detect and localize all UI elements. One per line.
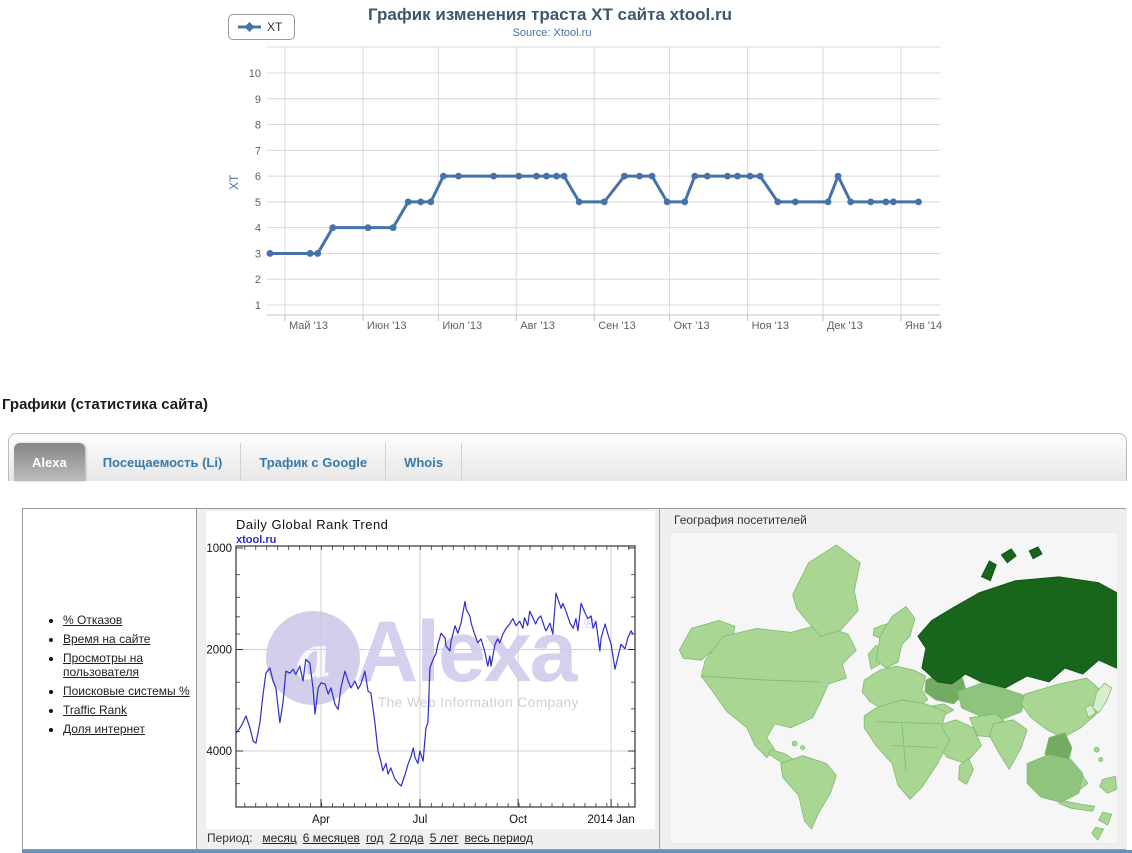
svg-text:7: 7: [255, 145, 261, 157]
section-heading: Графики (статистика сайта): [2, 396, 208, 413]
alexa-tab-panel: % Отказов Время на сайте Просмотры на поль…: [22, 508, 1126, 850]
tab-alexa[interactable]: Alexa: [14, 443, 85, 481]
svg-text:9: 9: [255, 94, 261, 106]
svg-text:Окт '13: Окт '13: [674, 320, 710, 332]
tab-трафик-с-google[interactable]: Трафик с Google: [241, 443, 386, 481]
svg-text:1: 1: [255, 300, 261, 312]
period-link[interactable]: год: [366, 831, 384, 845]
world-map-svg: [671, 533, 1117, 843]
geo-map-title: География посетителей: [674, 513, 807, 527]
tab-bar: AlexaПосещаемость (Li)Трафик с GoogleWho…: [8, 433, 1127, 481]
list-item: % Отказов: [63, 613, 196, 627]
svg-text:Дек '13: Дек '13: [827, 320, 863, 332]
period-link[interactable]: месяц: [262, 831, 296, 845]
geo-map-cell: География посетителей: [659, 509, 1127, 849]
country-greenland: [793, 545, 861, 636]
svg-text:2: 2: [255, 274, 261, 286]
country-java: [1059, 800, 1095, 811]
alexa-rank-chart: Apr Jul Oct 2014 Jan 1000 2000 4000: [206, 511, 655, 829]
period-link[interactable]: 6 месяцев: [303, 831, 360, 845]
svg-text:3: 3: [255, 248, 261, 260]
country-scandinavia: [876, 607, 915, 669]
rank-chart-title: Daily Global Rank Trend: [236, 517, 388, 532]
svg-text:Авг '13: Авг '13: [520, 320, 555, 332]
svg-text:Май '13: Май '13: [289, 320, 328, 332]
country-philippines: [1094, 747, 1099, 752]
alexa-metric-link[interactable]: Доля интернет: [63, 722, 145, 736]
tab-list: AlexaПосещаемость (Li)Трафик с GoogleWho…: [14, 443, 462, 481]
country-africa: [864, 700, 949, 799]
country-new-zealand: [1092, 812, 1112, 840]
country-madagascar: [959, 759, 974, 785]
list-item: Поисковые системы %: [63, 684, 196, 698]
period-link[interactable]: 2 года: [389, 831, 423, 845]
world-map: [670, 532, 1118, 844]
alexa-metric-link[interactable]: % Отказов: [63, 613, 122, 627]
svg-text:Oct: Oct: [509, 814, 528, 826]
alexa-metric-link[interactable]: Просмотры на пользователя: [63, 651, 143, 679]
tab-whois[interactable]: Whois: [386, 443, 462, 481]
list-item: Время на сайте: [63, 632, 196, 646]
list-item: Доля интернет: [63, 722, 196, 736]
svg-text:1000: 1000: [206, 543, 232, 555]
list-item: Traffic Rank: [63, 703, 196, 717]
alexa-metric-links: % Отказов Время на сайте Просмотры на поль…: [23, 509, 196, 736]
alexa-links-cell: % Отказов Время на сайте Просмотры на поль…: [23, 509, 196, 849]
list-item: Просмотры на пользователя: [63, 651, 196, 679]
svg-text:Apr: Apr: [312, 814, 330, 826]
period-link[interactable]: весь период: [464, 831, 532, 845]
svg-text:Июн '13: Июн '13: [367, 320, 407, 332]
svg-text:Июл '13: Июл '13: [442, 320, 482, 332]
period-selector: Период: месяц 6 месяцев год 2 года 5 лет весь …: [207, 831, 539, 845]
svg-text:4: 4: [255, 223, 261, 235]
svg-text:10: 10: [249, 68, 261, 80]
tab-посещаемость-li-[interactable]: Посещаемость (Li): [85, 443, 242, 481]
alexa-metric-link[interactable]: Traffic Rank: [63, 703, 127, 717]
country-australia: [1027, 755, 1083, 803]
svg-text:Ноя '13: Ноя '13: [752, 320, 789, 332]
rank-chart-box: a Alexa ® The Web Information Company Ap…: [206, 511, 655, 829]
alexa-metric-link[interactable]: Поисковые системы %: [63, 684, 190, 698]
period-label: Период:: [207, 831, 252, 845]
period-link[interactable]: 5 лет: [430, 831, 459, 845]
country-north-america: [701, 624, 856, 757]
svg-text:2014 Jan: 2014 Jan: [587, 814, 634, 826]
country-south-america: [781, 756, 837, 830]
svg-text:8: 8: [255, 120, 261, 132]
country-russia-islands: [981, 547, 1042, 581]
xt-trend-chart: 1 2 3 4 5 6 7 8 9 10 Май '13 Июн '13 Июл '13 Авг '13 С…: [0, 0, 1132, 340]
svg-text:4000: 4000: [206, 746, 232, 758]
svg-text:Янв '14: Янв '14: [905, 320, 942, 332]
svg-text:6: 6: [255, 171, 261, 183]
svg-text:5: 5: [255, 197, 261, 209]
svg-text:Jul: Jul: [413, 814, 428, 826]
country-new-guinea: [1100, 776, 1117, 793]
page: График изменения траста XT сайта xtool.r…: [0, 0, 1132, 853]
svg-text:XT: XT: [227, 174, 241, 190]
svg-text:Сен '13: Сен '13: [598, 320, 636, 332]
alexa-metric-link[interactable]: Время на сайте: [63, 632, 150, 646]
rank-chart-cell: a Alexa ® The Web Information Company Ap…: [196, 509, 659, 849]
country-india: [989, 720, 1027, 770]
svg-text:2000: 2000: [206, 645, 232, 657]
rank-chart-site-label: xtool.ru: [236, 534, 276, 546]
country-russia: [918, 577, 1117, 688]
